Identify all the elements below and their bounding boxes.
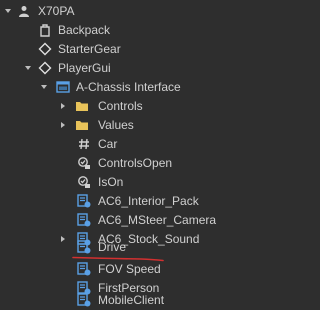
localscript-icon xyxy=(77,194,91,208)
tree-row-controls[interactable]: Controls xyxy=(0,96,259,116)
chevron-collapsed-icon[interactable] xyxy=(59,102,67,110)
tree-row-label: A-Chassis Interface xyxy=(76,80,181,94)
tree-row-label: AC6_Interior_Pack xyxy=(98,194,199,208)
boolvalue-icon xyxy=(78,157,90,169)
tree-row-label: FOV Speed xyxy=(98,262,161,276)
tree-row-label: PlayerGui xyxy=(58,61,111,75)
tree-row-values[interactable]: Values xyxy=(0,115,259,135)
chevron-expanded-icon[interactable] xyxy=(40,83,48,91)
chevron-expanded-icon[interactable] xyxy=(4,7,12,15)
startergear-icon xyxy=(38,42,52,56)
tree-row-startergear[interactable]: StarterGear xyxy=(0,39,259,59)
tree-row-label: X70PA xyxy=(38,4,75,18)
tree-row-fov-speed[interactable]: FOV Speed xyxy=(0,259,259,279)
tree-row-backpack[interactable]: Backpack xyxy=(0,20,259,40)
tree-row-label: IsOn xyxy=(98,175,124,189)
tree-row-label: AC6_MSteer_Camera xyxy=(98,213,217,227)
folder-icon xyxy=(76,121,88,130)
tree-row-label: Controls xyxy=(98,99,143,113)
tree-row-a-chassis-interface[interactable]: A-Chassis Interface xyxy=(0,77,259,97)
explorer-tree: X70PA Backpack StarterGear PlayerGui A-C… xyxy=(0,0,259,308)
tree-row-controlsopen[interactable]: ControlsOpen xyxy=(0,153,259,173)
tree-row-x70pa[interactable]: X70PA xyxy=(0,1,259,21)
tree-row-label: StarterGear xyxy=(58,42,121,56)
tree-row-mobileclient[interactable]: MobileClient xyxy=(0,290,259,310)
boolvalue-icon xyxy=(78,176,90,188)
tree-row-label: Car xyxy=(98,137,118,151)
objectvalue-icon xyxy=(79,138,89,150)
tree-row-label: Values xyxy=(98,118,134,132)
tree-row-label: MobileClient xyxy=(98,293,165,307)
tree-row-ac6-interior-pack[interactable]: AC6_Interior_Pack xyxy=(0,191,259,211)
tree-row-ac6-msteer-camera[interactable]: AC6_MSteer_Camera xyxy=(0,210,259,230)
folder-icon xyxy=(76,102,88,111)
chevron-expanded-icon[interactable] xyxy=(24,64,32,72)
localscript-icon xyxy=(77,293,91,307)
chevron-collapsed-icon[interactable] xyxy=(59,121,67,129)
tree-row-label: Backpack xyxy=(58,23,111,37)
tree-row-label: ControlsOpen xyxy=(98,156,173,170)
player-icon xyxy=(19,6,29,17)
tree-row-car[interactable]: Car xyxy=(0,134,259,154)
tree-row-ison[interactable]: IsOn xyxy=(0,172,259,192)
tree-row-playergui[interactable]: PlayerGui xyxy=(0,58,259,78)
tree-row-drive[interactable]: Drive xyxy=(0,237,259,257)
localscript-icon xyxy=(77,240,91,254)
backpack-icon xyxy=(40,24,50,37)
screengui-icon xyxy=(56,81,70,93)
tree-row-label: Drive xyxy=(98,240,127,254)
localscript-icon xyxy=(77,213,91,227)
playergui-icon xyxy=(38,61,52,75)
localscript-icon xyxy=(77,262,91,276)
